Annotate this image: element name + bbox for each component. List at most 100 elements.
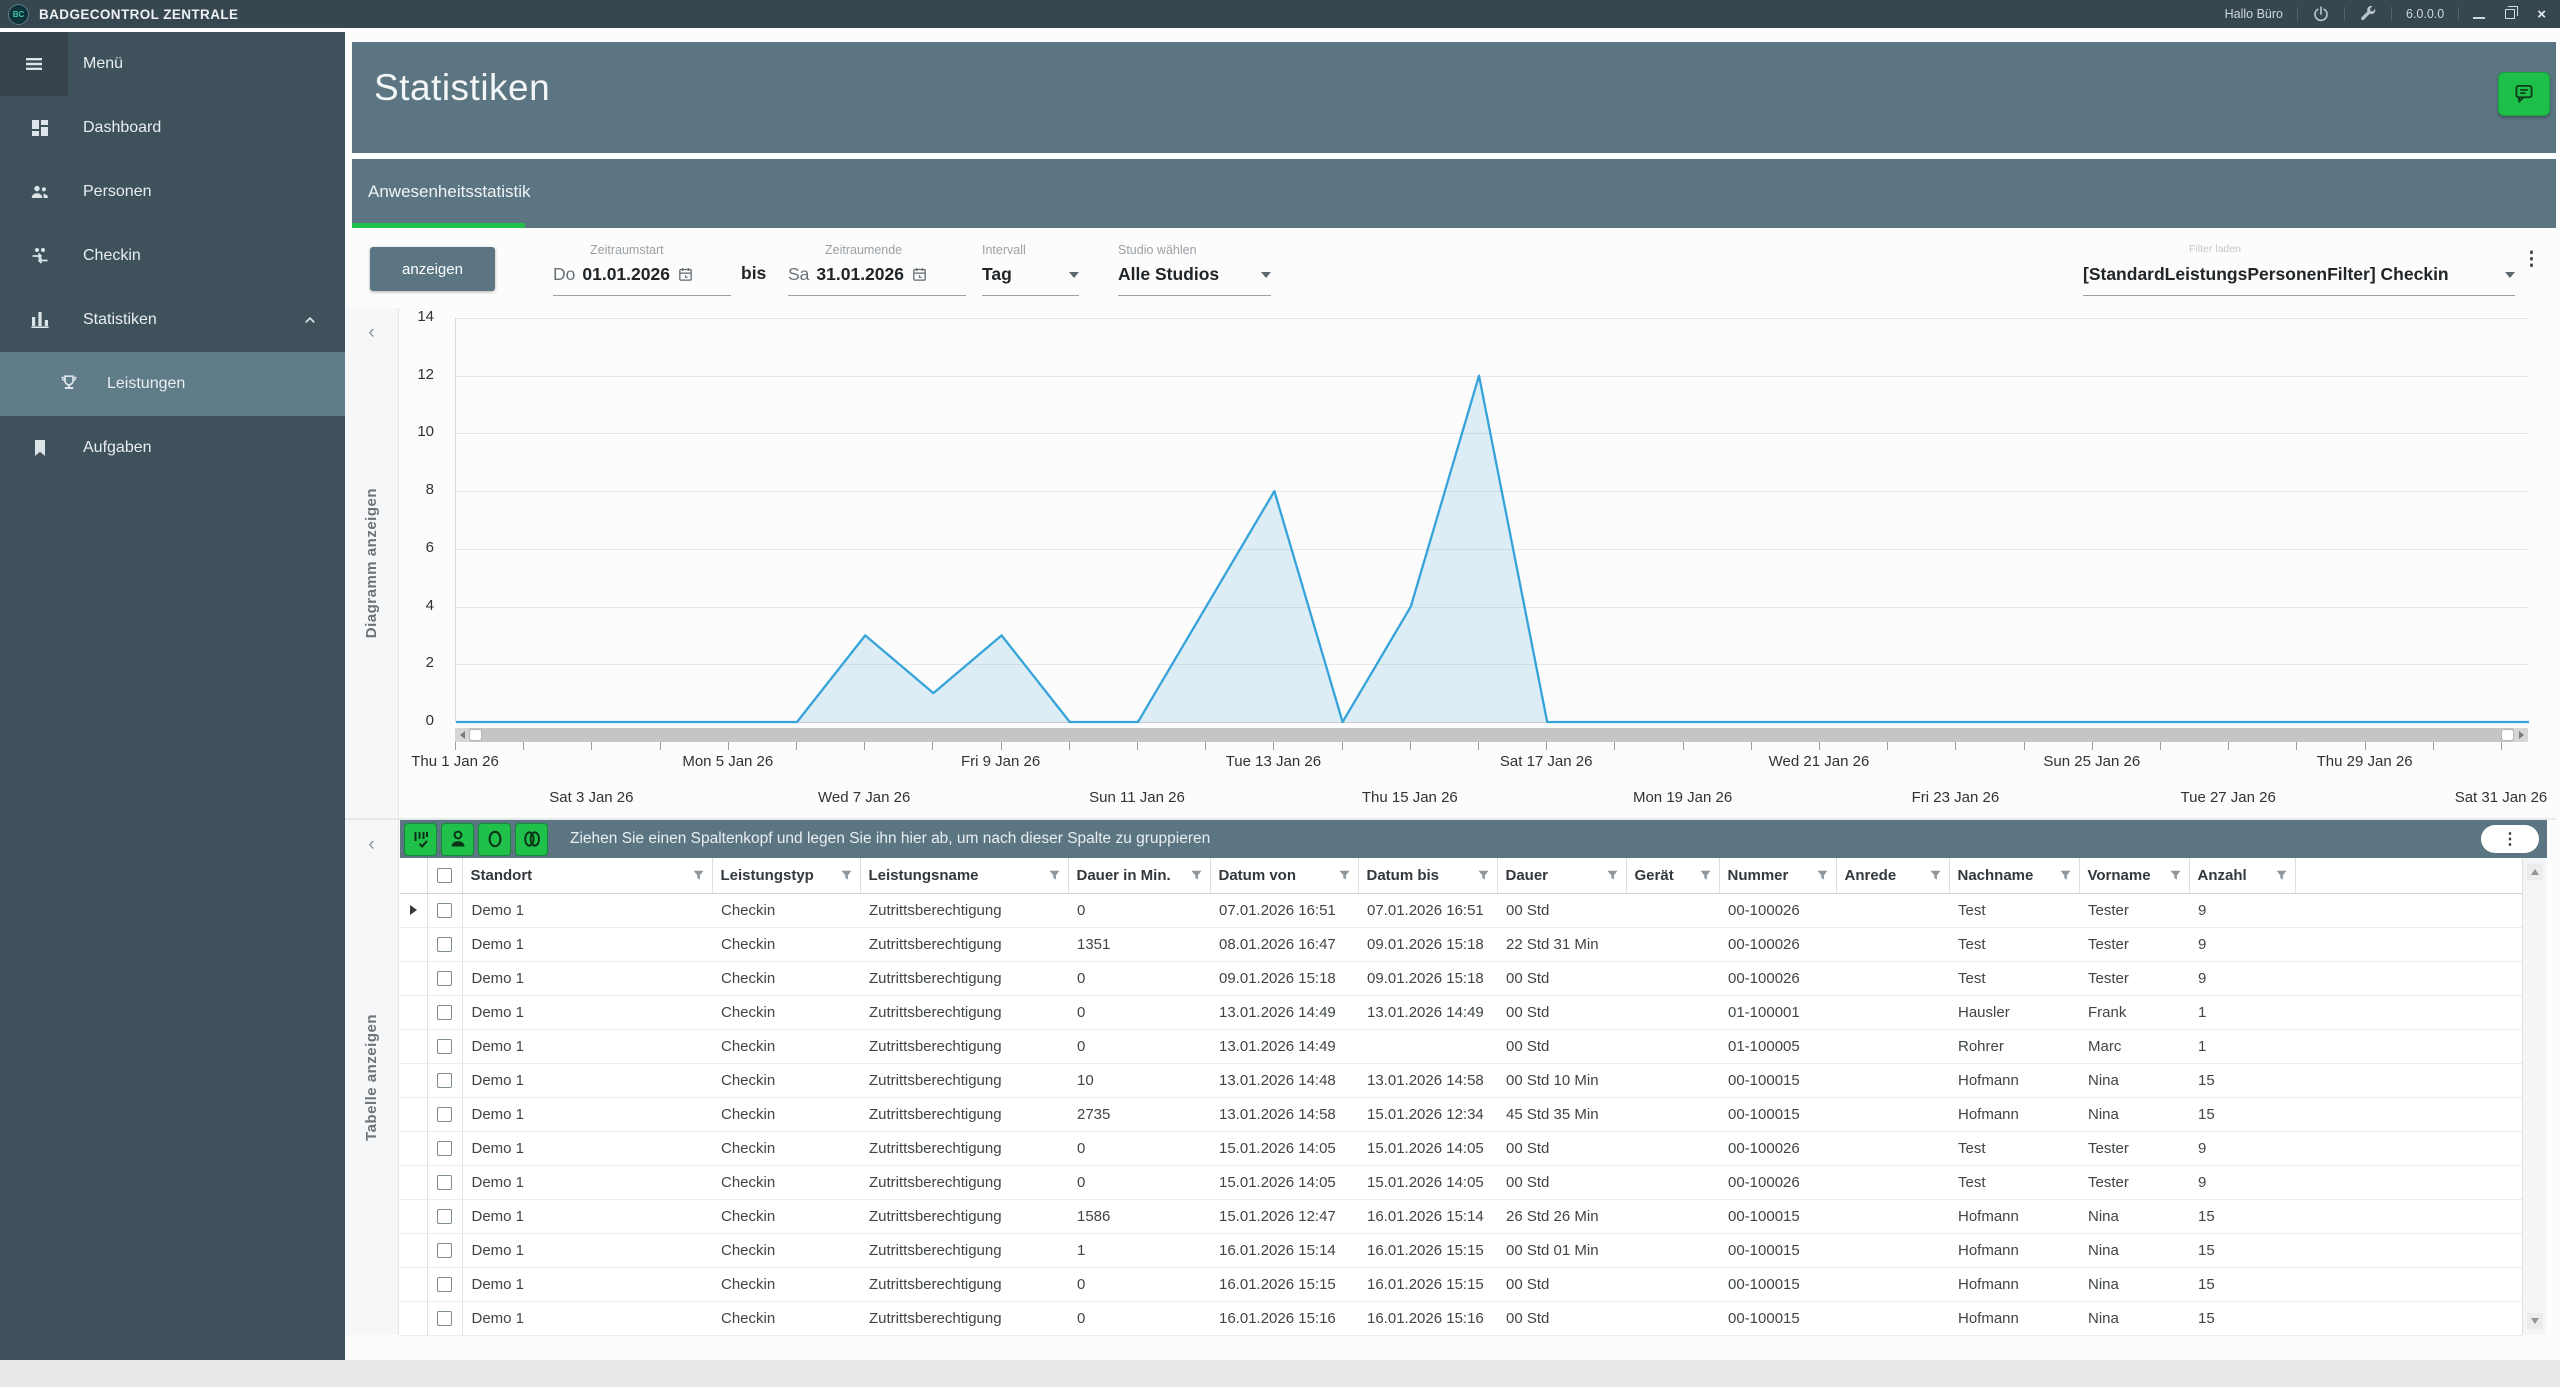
filter-funnel-icon[interactable]: [1049, 870, 1060, 881]
groupby-hint: Ziehen Sie einen Spaltenkopf und legen S…: [570, 830, 1211, 847]
cell-datum_bis: [1358, 1029, 1497, 1064]
column-header-vorname[interactable]: Vorname: [2079, 858, 2190, 894]
scroll-down-arrow-icon[interactable]: [2527, 1313, 2543, 1329]
checkbox[interactable]: [437, 1039, 452, 1055]
restore-button[interactable]: [2505, 6, 2519, 19]
period-start-field[interactable]: Zeitraumstart Do 01.01.2026: [553, 243, 731, 296]
cell-anzahl: 15: [2189, 1097, 2295, 1132]
cell-nachname: Hofmann: [1949, 1233, 2079, 1268]
scroll-left-arrow-icon[interactable]: [455, 728, 469, 742]
table-row[interactable]: Demo 1 Checkin Zutrittsberechtigung 1586 15.…: [400, 1199, 2522, 1234]
column-header-anzahl[interactable]: Anzahl: [2189, 858, 2296, 894]
filter-funnel-icon[interactable]: [1191, 870, 1202, 881]
settings-wrench-icon[interactable]: [2359, 5, 2377, 23]
filter-funnel-icon[interactable]: [2276, 870, 2287, 881]
sidebar-item-checkin[interactable]: Checkin: [0, 224, 345, 288]
column-header-dauer-in-min-[interactable]: Dauer in Min.: [1068, 858, 1211, 894]
toolbar-button-overlapping-circles[interactable]: [515, 822, 548, 856]
app-logo: BC: [8, 3, 29, 25]
sidebar-item-statistiken[interactable]: Statistiken: [0, 288, 345, 352]
toolbar-button-badge-scan[interactable]: [404, 822, 437, 856]
table-row[interactable]: Demo 1 Checkin Zutrittsberechtigung 0 15.01.…: [400, 1165, 2522, 1200]
anzeigen-button[interactable]: anzeigen: [370, 247, 495, 291]
table-row[interactable]: Demo 1 Checkin Zutrittsberechtigung 0 13.01.…: [400, 995, 2522, 1030]
tab-anwesenheitsstatistik[interactable]: Anwesenheitsstatistik: [368, 182, 531, 202]
column-header-datum-von[interactable]: Datum von: [1210, 858, 1359, 894]
power-icon[interactable]: [2312, 5, 2330, 23]
scroll-right-arrow-icon[interactable]: [2514, 728, 2528, 742]
studio-select[interactable]: Studio wählen Alle Studios: [1118, 243, 1271, 296]
checkbox[interactable]: [437, 1107, 452, 1123]
select-all-checkbox[interactable]: [427, 858, 463, 894]
checkbox[interactable]: [437, 971, 452, 987]
checkbox[interactable]: [437, 1277, 452, 1293]
filter-funnel-icon[interactable]: [1700, 870, 1711, 881]
cell-nummer: 00-100015: [1719, 1199, 1836, 1234]
filter-funnel-icon[interactable]: [841, 870, 852, 881]
checkbox[interactable]: [437, 1141, 452, 1157]
x-axis-tick-label: Fri 9 Jan 26: [960, 753, 1041, 770]
table-row[interactable]: Demo 1 Checkin Zutrittsberechtigung 1 16.01.…: [400, 1233, 2522, 1268]
sidebar-item-aufgaben[interactable]: Aufgaben: [0, 416, 345, 480]
cell-vorname: Nina: [2079, 1097, 2189, 1132]
scroll-up-arrow-icon[interactable]: [2527, 864, 2543, 880]
checkbox[interactable]: [437, 1073, 452, 1089]
filter-funnel-icon[interactable]: [693, 870, 704, 881]
table-row[interactable]: Demo 1 Checkin Zutrittsberechtigung 10 13.01…: [400, 1063, 2522, 1098]
calendar-icon[interactable]: [677, 266, 694, 283]
table-row[interactable]: Demo 1 Checkin Zutrittsberechtigung 0 13.01.…: [400, 1029, 2522, 1064]
checkbox[interactable]: [437, 1175, 452, 1191]
interval-select[interactable]: Intervall Tag: [982, 243, 1079, 296]
filter-funnel-icon[interactable]: [2170, 870, 2181, 881]
toolbar-button-person[interactable]: [441, 822, 474, 856]
filter-funnel-icon[interactable]: [1930, 870, 1941, 881]
range-handle-right[interactable]: [2502, 730, 2513, 740]
column-header-nachname[interactable]: Nachname: [1949, 858, 2080, 894]
filter-funnel-icon[interactable]: [1478, 870, 1489, 881]
range-handle-left[interactable]: [470, 730, 481, 740]
table-row[interactable]: Demo 1 Checkin Zutrittsberechtigung 0 16.01.…: [400, 1301, 2522, 1336]
column-header-nummer[interactable]: Nummer: [1719, 858, 1837, 894]
checkbox[interactable]: [437, 937, 452, 953]
cell-geraet: [1626, 893, 1719, 928]
close-button[interactable]: ×: [2537, 7, 2546, 22]
checkbox[interactable]: [437, 868, 452, 884]
column-header-standort[interactable]: Standort: [462, 858, 713, 894]
sidebar-item-menue[interactable]: Menü: [0, 32, 345, 96]
table-row[interactable]: Demo 1 Checkin Zutrittsberechtigung 0 09.01.…: [400, 961, 2522, 996]
toolbar-button-circle-outline[interactable]: [478, 822, 511, 856]
feedback-chat-button[interactable]: [2498, 72, 2550, 116]
cell-nachname: Hofmann: [1949, 1267, 2079, 1302]
checkbox[interactable]: [437, 1311, 452, 1327]
table-row[interactable]: Demo 1 Checkin Zutrittsberechtigung 0 16.01.…: [400, 1267, 2522, 1302]
filter-funnel-icon[interactable]: [1817, 870, 1828, 881]
filter-funnel-icon[interactable]: [2060, 870, 2071, 881]
filter-funnel-icon[interactable]: [1607, 870, 1618, 881]
table-row[interactable]: Demo 1 Checkin Zutrittsberechtigung 0 07.01.…: [400, 893, 2522, 928]
minimize-button[interactable]: [2473, 9, 2486, 19]
checkbox[interactable]: [437, 1243, 452, 1259]
column-header-datum-bis[interactable]: Datum bis: [1358, 858, 1498, 894]
checkbox[interactable]: [437, 1005, 452, 1021]
filter-menu-kebab-icon[interactable]: ⋮: [2522, 250, 2541, 269]
table-row[interactable]: Demo 1 Checkin Zutrittsberechtigung 1351 08.…: [400, 927, 2522, 962]
column-header-dauer[interactable]: Dauer: [1497, 858, 1627, 894]
table-menu-kebab-button[interactable]: ⋮: [2481, 825, 2539, 853]
table-vertical-scrollbar[interactable]: [2522, 858, 2546, 1335]
column-header-geraet[interactable]: Gerät: [1626, 858, 1720, 894]
table-row[interactable]: Demo 1 Checkin Zutrittsberechtigung 2735 13.…: [400, 1097, 2522, 1132]
sidebar-item-dashboard[interactable]: Dashboard: [0, 96, 345, 160]
filter-preset-select[interactable]: Filter laden [StandardLeistungsPersonenF…: [2083, 243, 2515, 296]
column-header-leistungstyp[interactable]: Leistungstyp: [712, 858, 861, 894]
checkbox[interactable]: [437, 903, 452, 919]
calendar-icon[interactable]: [911, 266, 928, 283]
period-end-field[interactable]: Zeitraumende Sa 31.01.2026: [788, 243, 966, 296]
table-row[interactable]: Demo 1 Checkin Zutrittsberechtigung 0 15.01.…: [400, 1131, 2522, 1166]
column-header-leistungsname[interactable]: Leistungsname: [860, 858, 1069, 894]
sidebar-item-personen[interactable]: Personen: [0, 160, 345, 224]
sidebar-item-leistungen[interactable]: Leistungen: [0, 352, 345, 416]
column-header-anrede[interactable]: Anrede: [1836, 858, 1950, 894]
checkbox[interactable]: [437, 1209, 452, 1225]
filter-funnel-icon[interactable]: [1339, 870, 1350, 881]
chart-horizontal-scrollbar[interactable]: [455, 728, 2528, 742]
